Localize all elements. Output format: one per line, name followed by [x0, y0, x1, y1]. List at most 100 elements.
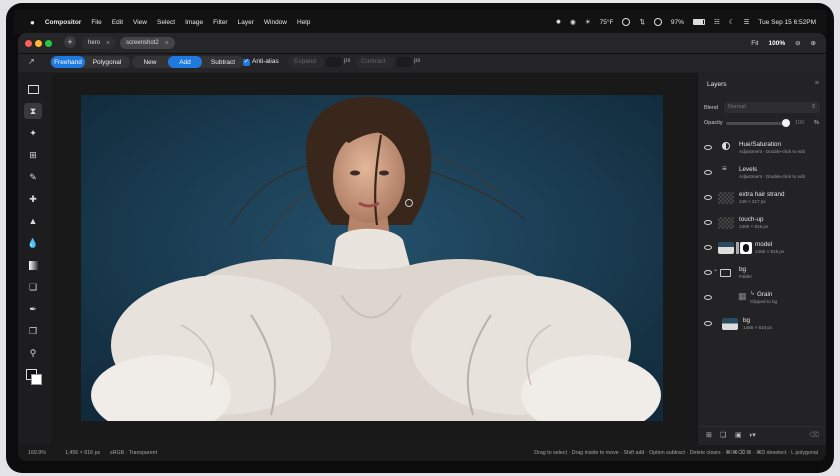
menu-layer[interactable]: Layer — [238, 19, 254, 26]
opacity-value[interactable]: 100 — [795, 120, 804, 126]
stamp-icon[interactable]: ▲ — [24, 213, 42, 229]
eye-icon[interactable] — [704, 145, 712, 150]
clock[interactable]: Tue Sep 15 6:52PM — [758, 19, 816, 26]
eye-icon[interactable] — [704, 195, 712, 200]
opacity-slider-thumb[interactable] — [782, 119, 790, 127]
contract-button[interactable]: Contract — [361, 58, 386, 65]
eye-icon[interactable] — [704, 321, 712, 326]
collapse-arrows-icon[interactable]: ↗ — [28, 57, 35, 66]
apple-icon[interactable]: ● — [30, 18, 35, 27]
minimize-window-button[interactable] — [35, 40, 42, 47]
weather-icon[interactable]: ☀ — [585, 18, 591, 26]
layer-row-bg-folder[interactable]: ⌄ bg Folder — [698, 262, 826, 287]
tab-hero[interactable]: hero × — [82, 37, 117, 49]
eye-icon[interactable] — [704, 170, 712, 175]
fit-button[interactable]: Fit — [751, 40, 758, 47]
new-tab-button[interactable]: + — [64, 36, 76, 48]
zoom-level[interactable]: 100% — [768, 40, 785, 47]
zoom-window-button[interactable] — [45, 40, 52, 47]
status-bar: 169.9% 1,456 × 816 px sRGB · Transparent… — [18, 445, 826, 461]
menu-edit[interactable]: Edit — [112, 19, 123, 26]
eye-icon[interactable] — [704, 270, 712, 275]
radar-icon[interactable]: ◉ — [570, 18, 576, 26]
layer-name: Hue/Saturation — [739, 141, 782, 148]
wifi-icon[interactable]: ☵ — [714, 18, 720, 26]
layer-row-touch-up[interactable]: touch-up 1456 × 816 px — [698, 212, 826, 237]
layer-thumbnail — [718, 217, 734, 229]
layer-row-bg[interactable]: bg 1456 × 816 px — [698, 313, 826, 338]
menu-image[interactable]: Image — [185, 19, 203, 26]
close-window-button[interactable] — [25, 40, 32, 47]
antialias-checkbox[interactable]: ✓ — [243, 59, 250, 66]
status-hint: Drag to select · Drag inside to move · S… — [534, 450, 818, 456]
eye-icon[interactable] — [704, 295, 712, 300]
blend-mode-select[interactable]: Normal ⇕ — [724, 102, 820, 113]
layer-row-model[interactable]: model 1456 × 816 px — [698, 237, 826, 262]
eye-icon[interactable] — [704, 245, 712, 250]
close-icon[interactable]: × — [106, 40, 110, 47]
trash-icon[interactable]: ⌫ — [809, 431, 819, 439]
moon-icon[interactable]: ☾ — [729, 18, 735, 26]
layer-row-extra-hair-strand[interactable]: extra hair strand 148 × 317 px — [698, 187, 826, 212]
record-icon[interactable] — [653, 18, 662, 26]
subtract-selection-button[interactable]: Subtract — [204, 56, 242, 68]
expand-button[interactable]: Expand — [294, 58, 316, 65]
status-zoom: 169.9% — [28, 450, 46, 456]
gear-status-icon[interactable]: ✹ — [556, 18, 561, 26]
shape-icon[interactable]: ❏ — [24, 279, 42, 295]
polygonal-mode-button[interactable]: Polygonal — [86, 56, 128, 68]
menu-view[interactable]: View — [133, 19, 147, 26]
eye-icon[interactable] — [704, 220, 712, 225]
canvas-area[interactable] — [51, 73, 697, 445]
zoom-in-icon[interactable]: ⊕ — [811, 39, 816, 47]
canvas-image[interactable] — [81, 95, 663, 421]
magic-wand-icon[interactable]: ✦ — [24, 125, 42, 141]
display-icon[interactable]: ⇅ — [639, 18, 644, 26]
layer-row-hue-saturation[interactable]: Hue/Saturation Adjustment · Double-click… — [698, 137, 826, 162]
background-color-swatch[interactable] — [31, 374, 42, 385]
layer-subtitle: 1456 × 816 px — [739, 224, 769, 229]
layer-row-levels[interactable]: ≡ Levels Adjustment · Double-click to ed… — [698, 162, 826, 187]
add-mask-icon[interactable]: ▣ — [735, 431, 742, 439]
control-center-icon[interactable]: ☰ — [744, 18, 750, 26]
panel-menu-icon[interactable]: ≡ — [815, 80, 819, 87]
contract-input[interactable] — [396, 57, 412, 67]
chevron-down-icon[interactable]: ⌄ — [713, 266, 718, 273]
expand-input[interactable] — [326, 57, 342, 67]
freehand-mode-button[interactable]: Freehand — [51, 56, 85, 68]
lasso-icon[interactable]: ⧗ — [24, 103, 42, 119]
blend-mode-value: Normal — [728, 104, 746, 110]
weather-temp[interactable]: 75°F — [600, 19, 614, 26]
marquee-icon[interactable] — [24, 81, 42, 97]
zoom-icon[interactable]: ⚲ — [24, 345, 42, 361]
layer-subtitle: 148 × 317 px — [739, 199, 766, 204]
brush-icon[interactable]: ✎ — [24, 169, 42, 185]
clone-icon[interactable]: ❒ — [24, 323, 42, 339]
battery-icon[interactable] — [692, 19, 705, 25]
add-selection-button[interactable]: Add — [168, 56, 202, 68]
menu-filter[interactable]: Filter — [213, 19, 227, 26]
crop-icon[interactable]: ⊞ — [24, 147, 42, 163]
new-folder-icon[interactable]: ❏ — [720, 431, 726, 439]
close-icon[interactable]: × — [165, 40, 169, 47]
opacity-slider[interactable] — [726, 122, 786, 125]
eyedropper-icon[interactable]: ✒ — [24, 301, 42, 317]
tab-label: screenshot2 — [126, 40, 159, 46]
layer-mask-thumbnail[interactable] — [740, 242, 752, 254]
healing-icon[interactable]: ✚ — [24, 191, 42, 207]
app-menu[interactable]: Compositor — [45, 19, 81, 26]
menu-help[interactable]: Help — [297, 19, 310, 26]
menu-window[interactable]: Window — [264, 19, 287, 26]
blur-icon[interactable]: 💧 — [24, 235, 42, 251]
tab-screenshot2[interactable]: screenshot2 × — [120, 37, 175, 49]
new-layer-icon[interactable]: ⊞ — [706, 431, 712, 439]
new-selection-button[interactable]: New — [134, 56, 166, 68]
menu-file[interactable]: File — [91, 19, 101, 26]
zoom-out-icon[interactable]: ⊖ — [795, 39, 800, 47]
layer-row-grain[interactable]: ▦ ↳ Grain Clipped to bg — [698, 287, 826, 312]
gradient-icon[interactable] — [24, 257, 42, 273]
adjustment-layer-icon[interactable]: ◑▾ — [748, 431, 756, 439]
vpn-icon[interactable] — [622, 18, 631, 26]
menu-select[interactable]: Select — [157, 19, 175, 26]
status-dimensions: 1,456 × 816 px — [65, 450, 101, 456]
